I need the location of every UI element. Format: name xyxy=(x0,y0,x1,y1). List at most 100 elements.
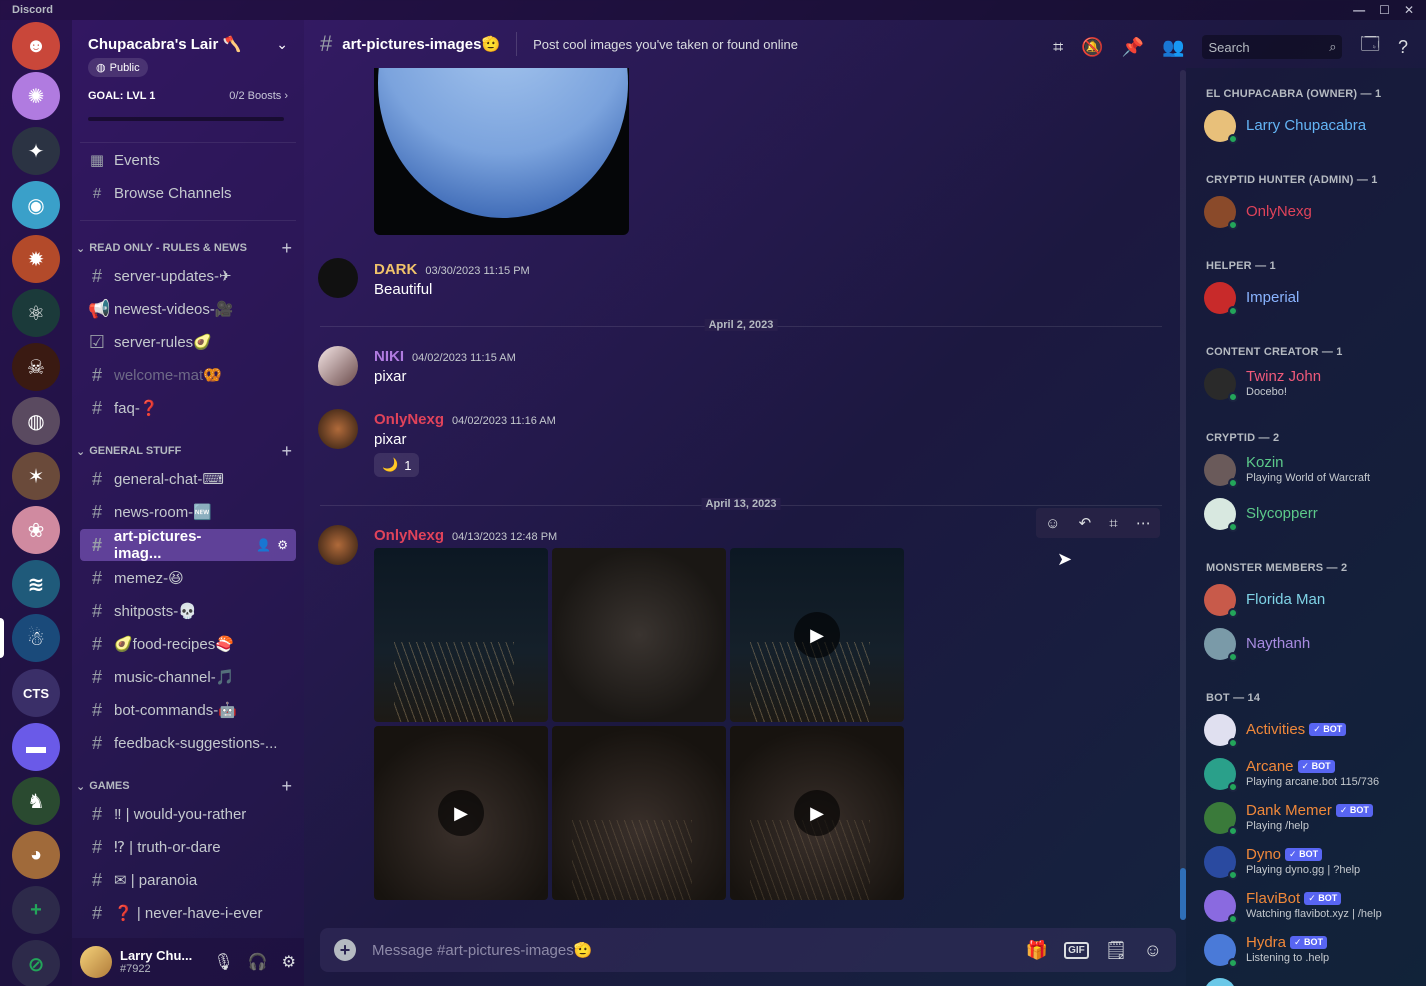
avatar[interactable] xyxy=(318,525,358,565)
gear-icon[interactable]: ⚙ xyxy=(282,952,296,972)
image-attachment[interactable] xyxy=(552,726,726,900)
invite-icon[interactable]: 👤 xyxy=(256,538,271,552)
image-attachment[interactable] xyxy=(374,68,629,235)
server-icon[interactable]: ≋ xyxy=(12,560,60,608)
server-icon[interactable]: ⚛ xyxy=(12,289,60,337)
add-channel-icon[interactable]: + xyxy=(281,441,292,462)
channel-item[interactable]: # art-pictures-imag... 👤 ⚙ xyxy=(80,528,296,562)
member-item[interactable]: Kozin Playing World of Warcraft xyxy=(1204,454,1370,488)
video-attachment[interactable]: ▶ xyxy=(730,548,904,722)
channel-item[interactable]: # memez-😆 xyxy=(80,562,296,594)
play-icon[interactable]: ▶ xyxy=(794,612,840,658)
image-attachment[interactable] xyxy=(552,548,726,722)
channel-item[interactable]: # faq-❓ xyxy=(80,392,296,424)
server-icon[interactable]: ✶ xyxy=(12,452,60,500)
channel-item[interactable]: # ‼ | would-you-rather xyxy=(80,798,296,830)
add-channel-icon[interactable]: + xyxy=(281,238,292,259)
message-input[interactable] xyxy=(372,941,1010,959)
member-item[interactable]: Dank Memer ✓ BOT Playing /help xyxy=(1204,802,1373,836)
channel-item[interactable]: # bot-commands-🤖 xyxy=(80,694,296,726)
member-item[interactable]: FlaviBot ✓ BOT Watching flavibot.xyz | /he… xyxy=(1204,890,1382,924)
server-icon[interactable]: ✦ xyxy=(12,127,60,175)
microphone-icon[interactable]: 🎙 xyxy=(213,952,233,972)
inbox-icon[interactable]: 🗔 xyxy=(1360,32,1380,62)
member-list-icon[interactable]: 👥 xyxy=(1162,37,1184,58)
channel-item[interactable]: # 🥑food-recipes🍣 xyxy=(80,628,296,660)
browse-channels-nav[interactable]: # Browse Channels xyxy=(80,177,296,209)
server-icon[interactable]: ◉ xyxy=(12,181,60,229)
channel-item[interactable]: # music-channel-🎵 xyxy=(80,661,296,693)
add-attachment-button[interactable]: + xyxy=(334,939,356,961)
pin-icon[interactable]: 📌 xyxy=(1122,37,1144,58)
add-channel-icon[interactable]: + xyxy=(281,776,292,797)
channel-topic[interactable]: Post cool images you've taken or found o… xyxy=(533,37,798,52)
channel-item[interactable]: # shitposts-💀 xyxy=(80,595,296,627)
channel-item[interactable]: ☑ server-rules🥑 xyxy=(80,326,296,358)
notification-mute-icon[interactable]: 🔕 xyxy=(1081,37,1103,58)
add-reaction-icon[interactable]: ☺ xyxy=(1045,515,1060,532)
boost-goal[interactable]: GOAL: LVL 1 0/2 Boosts › xyxy=(88,90,288,102)
gif-button[interactable]: GIF xyxy=(1064,941,1089,959)
message-author[interactable]: NIKI xyxy=(374,348,404,365)
channel-item[interactable]: # general-chat-⌨ xyxy=(80,463,296,495)
events-nav[interactable]: ▦ Events xyxy=(80,144,296,176)
avatar[interactable] xyxy=(318,258,358,298)
channel-item[interactable]: # ✉ | paranoia xyxy=(80,864,296,896)
avatar[interactable] xyxy=(318,346,358,386)
thread-icon[interactable]: ⌗ xyxy=(1109,515,1117,532)
maximize-icon[interactable]: ☐ xyxy=(1379,3,1390,17)
channel-item[interactable]: # news-room-🆕 xyxy=(80,496,296,528)
channel-item[interactable]: # feedback-suggestions-... xyxy=(80,727,296,759)
add-server-icon[interactable]: + xyxy=(12,886,60,934)
member-item[interactable]: Hydra ✓ BOT Listening to .help xyxy=(1204,934,1329,968)
channel-item[interactable]: # ❓ | never-have-i-ever xyxy=(80,897,296,929)
search-input[interactable]: Search ⌕ xyxy=(1202,35,1343,59)
member-item[interactable]: MEE6✓ BOT xyxy=(1204,978,1328,986)
category-games[interactable]: ⌄ GAMES + xyxy=(76,776,292,796)
message-author[interactable]: OnlyNexg xyxy=(374,411,444,428)
image-attachment[interactable] xyxy=(374,548,548,722)
headphones-icon[interactable]: 🎧 xyxy=(248,952,268,972)
message-list[interactable]: DARK 03/30/2023 11:15 PM Beautiful April… xyxy=(304,68,1176,930)
member-item[interactable]: Imperial xyxy=(1204,282,1299,316)
server-icon-cts[interactable]: CTS xyxy=(12,669,60,717)
play-icon[interactable]: ▶ xyxy=(438,790,484,836)
channel-item[interactable]: # server-updates-✈ xyxy=(80,260,296,292)
play-icon[interactable]: ▶ xyxy=(794,790,840,836)
server-icon[interactable]: ♞ xyxy=(12,777,60,825)
channel-item[interactable]: # ⁉ | truth-or-dare xyxy=(80,831,296,863)
reaction-button[interactable]: 🌙 1 xyxy=(374,453,420,477)
avatar[interactable] xyxy=(80,946,112,978)
server-icon[interactable]: ✹ xyxy=(12,235,60,283)
member-item[interactable]: Naythanh xyxy=(1204,628,1310,662)
server-icon[interactable]: ☃ xyxy=(12,614,60,662)
channel-item[interactable]: # welcome-mat🥨 xyxy=(80,359,296,391)
server-icon[interactable]: ▬ xyxy=(12,723,60,771)
member-item[interactable]: Twinz John Docebo! xyxy=(1204,368,1321,402)
video-attachment[interactable]: ▶ xyxy=(730,726,904,900)
emoji-icon[interactable]: ☺ xyxy=(1144,940,1162,961)
member-item[interactable]: Larry Chupacabra xyxy=(1204,110,1366,144)
member-item[interactable]: Activities ✓ BOT xyxy=(1204,714,1347,748)
server-icon[interactable]: ☠ xyxy=(12,343,60,391)
message-author[interactable]: OnlyNexg xyxy=(374,527,444,544)
minimize-icon[interactable]: — xyxy=(1353,3,1365,17)
server-icon[interactable]: ◕ xyxy=(12,831,60,879)
chevron-down-icon[interactable]: ⌄ xyxy=(276,36,288,53)
channel-item[interactable]: 📢 newest-videos-🎥 xyxy=(80,293,296,325)
server-icon[interactable]: ✺ xyxy=(12,72,60,120)
explore-servers-icon[interactable]: ⊘ xyxy=(12,940,60,986)
member-item[interactable]: Slycopperr xyxy=(1204,498,1318,532)
more-icon[interactable]: ⋯ xyxy=(1136,514,1151,532)
help-icon[interactable]: ? xyxy=(1398,37,1408,58)
member-item[interactable]: Florida Man xyxy=(1204,584,1325,618)
server-icon[interactable]: ❀ xyxy=(12,506,60,554)
gift-icon[interactable]: 🎁 xyxy=(1026,940,1048,961)
avatar[interactable] xyxy=(318,409,358,449)
member-item[interactable]: Dyno ✓ BOT Playing dyno.gg | ?help xyxy=(1204,846,1360,880)
video-attachment[interactable]: ▶ xyxy=(374,726,548,900)
category-general[interactable]: ⌄ GENERAL STUFF + xyxy=(76,441,292,461)
server-icon[interactable]: ◍ xyxy=(12,397,60,445)
member-item[interactable]: OnlyNexg xyxy=(1204,196,1312,230)
message-author[interactable]: DARK xyxy=(374,261,417,278)
